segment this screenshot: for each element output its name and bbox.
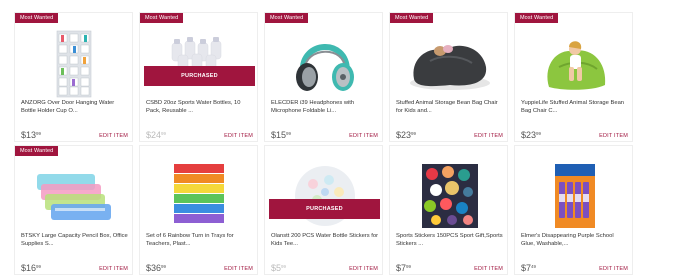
product-title[interactable]: ANZORG Over Door Hanging Water Bottle Ho…	[21, 99, 129, 115]
product-card[interactable]: Most Wanted PURCHASED CSBD 20oz Sports W…	[139, 12, 258, 142]
product-title[interactable]: ELECDER i39 Headphones with Microphone F…	[271, 99, 379, 115]
sports-stickers-image[interactable]	[390, 160, 507, 232]
product-card[interactable]: Most Wanted BTSKY Large Capacity Pencil …	[14, 145, 133, 275]
product-title[interactable]: Sports Stickers 150PCS Sport Gift,Sports…	[396, 232, 504, 248]
product-price: $2499	[146, 130, 167, 140]
edit-item-button[interactable]: EDIT ITEM	[599, 266, 628, 272]
product-price: $2399	[521, 130, 542, 140]
product-title[interactable]: YuppieLife Stuffed Animal Storage Bean B…	[521, 99, 629, 115]
edit-item-button[interactable]: EDIT ITEM	[599, 133, 628, 139]
most-wanted-badge: Most Wanted	[140, 13, 184, 23]
product-title[interactable]: Elmer's Disappearing Purple School Glue,…	[521, 232, 629, 248]
most-wanted-badge: Most Wanted	[390, 13, 434, 23]
wishlist-grid: Most Wanted ANZORG Over Door Hanging Wat…	[14, 12, 633, 275]
most-wanted-badge: Most Wanted	[15, 146, 59, 156]
kid-bean-bag-image[interactable]	[515, 27, 632, 99]
water-bottles-image[interactable]	[140, 27, 257, 99]
product-card[interactable]: Most Wanted YuppieLife Stuffed Animal St…	[514, 12, 633, 142]
product-card[interactable]: Most Wanted ANZORG Over Door Hanging Wat…	[14, 12, 133, 142]
product-price: $2399	[396, 130, 417, 140]
glue-sticks-image[interactable]	[515, 160, 632, 232]
product-card[interactable]: Elmer's Disappearing Purple School Glue,…	[514, 145, 633, 275]
product-card[interactable]: Set of 6 Rainbow Turn in Trays for Teach…	[139, 145, 258, 275]
product-card[interactable]: Most Wanted Stuffed Animal Storage Bean …	[389, 12, 508, 142]
product-title[interactable]: Olanstt 200 PCS Water Bottle Stickers fo…	[271, 232, 379, 248]
most-wanted-badge: Most Wanted	[515, 13, 559, 23]
purchased-overlay: PURCHASED	[269, 199, 380, 219]
product-title[interactable]: Set of 6 Rainbow Turn in Trays for Teach…	[146, 232, 254, 248]
product-title[interactable]: Stuffed Animal Storage Bean Bag Chair fo…	[396, 99, 504, 115]
product-card[interactable]: PURCHASED Olanstt 200 PCS Water Bottle S…	[264, 145, 383, 275]
most-wanted-badge: Most Wanted	[265, 13, 309, 23]
sticker-pile-image[interactable]	[265, 160, 382, 232]
edit-item-button[interactable]: EDIT ITEM	[99, 266, 128, 272]
edit-item-button[interactable]: EDIT ITEM	[349, 133, 378, 139]
product-title[interactable]: CSBD 20oz Sports Water Bottles, 10 Pack,…	[146, 99, 254, 115]
edit-item-button[interactable]: EDIT ITEM	[349, 266, 378, 272]
edit-item-button[interactable]: EDIT ITEM	[474, 133, 503, 139]
hanging-organizer-image[interactable]	[15, 27, 132, 99]
edit-item-button[interactable]: EDIT ITEM	[99, 133, 128, 139]
edit-item-button[interactable]: EDIT ITEM	[474, 266, 503, 272]
edit-item-button[interactable]: EDIT ITEM	[224, 133, 253, 139]
product-title[interactable]: BTSKY Large Capacity Pencil Box, Office …	[21, 232, 129, 248]
product-card[interactable]: Sports Stickers 150PCS Sport Gift,Sports…	[389, 145, 508, 275]
pencil-box-image[interactable]	[15, 160, 132, 232]
most-wanted-badge: Most Wanted	[15, 13, 59, 23]
bean-bag-image[interactable]	[390, 27, 507, 99]
edit-item-button[interactable]: EDIT ITEM	[224, 266, 253, 272]
rainbow-trays-image[interactable]	[140, 160, 257, 232]
product-price: $1599	[271, 130, 292, 140]
purchased-overlay: PURCHASED	[144, 66, 255, 86]
product-card[interactable]: Most Wanted ELECDER i39 Headphones with …	[264, 12, 383, 142]
product-price: $1399	[21, 130, 42, 140]
headphones-image[interactable]	[265, 27, 382, 99]
